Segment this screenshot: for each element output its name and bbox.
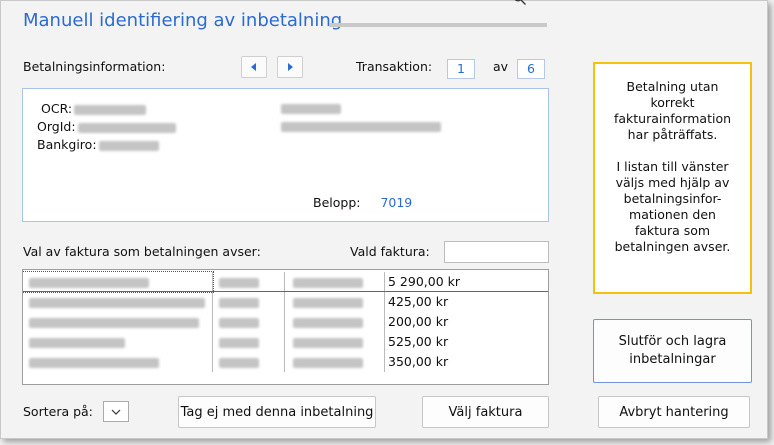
invoice-date-redacted xyxy=(293,317,363,328)
magnifier-icon xyxy=(514,0,526,5)
invoice-date-redacted xyxy=(293,357,363,368)
invoice-number-redacted xyxy=(219,357,259,368)
info-line: väljs med hjälp av xyxy=(615,175,730,190)
invoice-amount-cell: 5 290,00 kr xyxy=(388,274,461,289)
arrow-left-icon xyxy=(251,63,256,71)
dialog-window: Manuell identifiering av inbetalning Bet… xyxy=(0,0,768,439)
info-line: faktura som xyxy=(634,223,711,238)
selected-invoice-field[interactable] xyxy=(444,241,549,263)
bankgiro-label: Bankgiro: xyxy=(37,137,97,152)
transaction-total: 6 xyxy=(517,59,545,79)
bankgiro-value-redacted xyxy=(98,140,159,151)
customer-redacted xyxy=(29,277,149,288)
sort-dropdown[interactable] xyxy=(103,401,129,422)
invoice-date-cell xyxy=(285,352,385,372)
invoice-number-redacted xyxy=(219,297,259,308)
choose-invoice-button[interactable]: Välj faktura xyxy=(422,396,549,428)
customer-redacted xyxy=(29,357,159,368)
finish-and-save-button[interactable]: Slutför och lagra inbetalningar xyxy=(593,319,752,383)
orgid-label: OrgId: xyxy=(37,119,76,134)
invoice-amount-cell: 200,00 kr xyxy=(388,314,449,329)
skip-payment-button[interactable]: Tag ej med denna inbetalning xyxy=(178,396,376,428)
invoice-customer-cell xyxy=(23,312,213,332)
title-divider xyxy=(329,23,547,27)
customer-redacted xyxy=(29,337,125,348)
invoice-date-cell xyxy=(285,332,385,352)
invoice-row[interactable]: 350,00 kr xyxy=(23,352,548,372)
info-line: betalningen avser. xyxy=(614,239,731,254)
invoice-selection-label: Val av faktura som betalningen avser: xyxy=(23,244,261,259)
invoice-customer-cell xyxy=(23,271,214,293)
invoice-date-redacted xyxy=(293,277,363,288)
ocr-value-redacted xyxy=(74,104,147,115)
info-line: fakturainformation xyxy=(613,111,732,126)
invoice-date-redacted xyxy=(293,297,363,308)
transaction-current: 1 xyxy=(447,59,475,79)
dialog-title: Manuell identifiering av inbetalning xyxy=(23,10,343,31)
transaction-label: Transaktion: xyxy=(356,59,433,74)
invoice-date-cell xyxy=(285,292,385,312)
amount-row: Belopp: 7019 xyxy=(313,195,412,210)
info-line: har påträffats. xyxy=(627,127,718,142)
invoice-number-cell xyxy=(213,332,285,352)
finish-label-line1: Slutför och lagra xyxy=(618,334,727,349)
of-label: av xyxy=(493,59,509,74)
payer-address-redacted xyxy=(281,122,441,132)
sort-label: Sortera på: xyxy=(23,404,93,419)
info-message-box: Betalning utan korrekt fakturainformatio… xyxy=(593,62,752,294)
payment-info-label: Betalningsinformation: xyxy=(23,59,166,74)
invoice-number-cell xyxy=(213,292,285,312)
amount-value: 7019 xyxy=(380,195,413,210)
chevron-down-icon xyxy=(111,409,121,415)
invoice-number-cell xyxy=(213,272,285,292)
selected-invoice-label: Vald faktura: xyxy=(350,244,430,259)
amount-label: Belopp: xyxy=(313,195,361,210)
invoice-amount-cell: 350,00 kr xyxy=(388,354,449,369)
invoice-date-cell xyxy=(285,312,385,332)
invoice-row[interactable]: 425,00 kr xyxy=(23,292,548,312)
invoice-customer-cell xyxy=(23,292,213,312)
invoice-date-redacted xyxy=(293,337,363,348)
invoice-date-cell xyxy=(285,272,385,292)
invoice-customer-cell xyxy=(23,332,213,352)
invoice-number-cell xyxy=(213,312,285,332)
customer-redacted xyxy=(29,317,199,328)
cancel-handling-button[interactable]: Avbryt hantering xyxy=(598,396,750,428)
info-line: betalningsinfor- xyxy=(623,191,722,206)
invoice-number-redacted xyxy=(219,337,259,348)
info-line: mationen den xyxy=(629,207,716,222)
arrow-right-icon xyxy=(288,63,293,71)
invoice-number-redacted xyxy=(219,277,259,288)
invoice-row[interactable]: 5 290,00 kr xyxy=(23,271,548,293)
invoice-amount-cell: 525,00 kr xyxy=(388,334,449,349)
invoice-amount-cell: 425,00 kr xyxy=(388,294,449,309)
orgid-value-redacted xyxy=(77,122,176,133)
payer-name-redacted xyxy=(281,104,341,114)
invoice-list[interactable]: 5 290,00 kr 425,00 kr 200,00 kr 525,00 k… xyxy=(22,269,549,385)
bankgiro-row: Bankgiro: xyxy=(37,137,159,152)
customer-redacted xyxy=(29,297,205,308)
ocr-row: OCR: xyxy=(41,101,147,116)
payment-details-panel: OCR: OrgId: Bankgiro: Belopp: 7019 xyxy=(22,88,549,222)
next-transaction-button[interactable] xyxy=(277,56,303,78)
invoice-row[interactable]: 525,00 kr xyxy=(23,332,548,352)
invoice-number-cell xyxy=(213,352,285,372)
invoice-row[interactable]: 200,00 kr xyxy=(23,312,548,332)
ocr-label: OCR: xyxy=(41,101,73,116)
orgid-row: OrgId: xyxy=(37,119,176,134)
prev-transaction-button[interactable] xyxy=(241,56,267,78)
finish-label-line2: inbetalningar xyxy=(629,352,716,367)
invoice-customer-cell xyxy=(23,352,213,372)
info-line: korrekt xyxy=(650,95,695,110)
info-line: Betalning utan xyxy=(626,79,719,94)
invoice-number-redacted xyxy=(219,317,259,328)
info-line: I listan till vänster xyxy=(616,159,729,174)
